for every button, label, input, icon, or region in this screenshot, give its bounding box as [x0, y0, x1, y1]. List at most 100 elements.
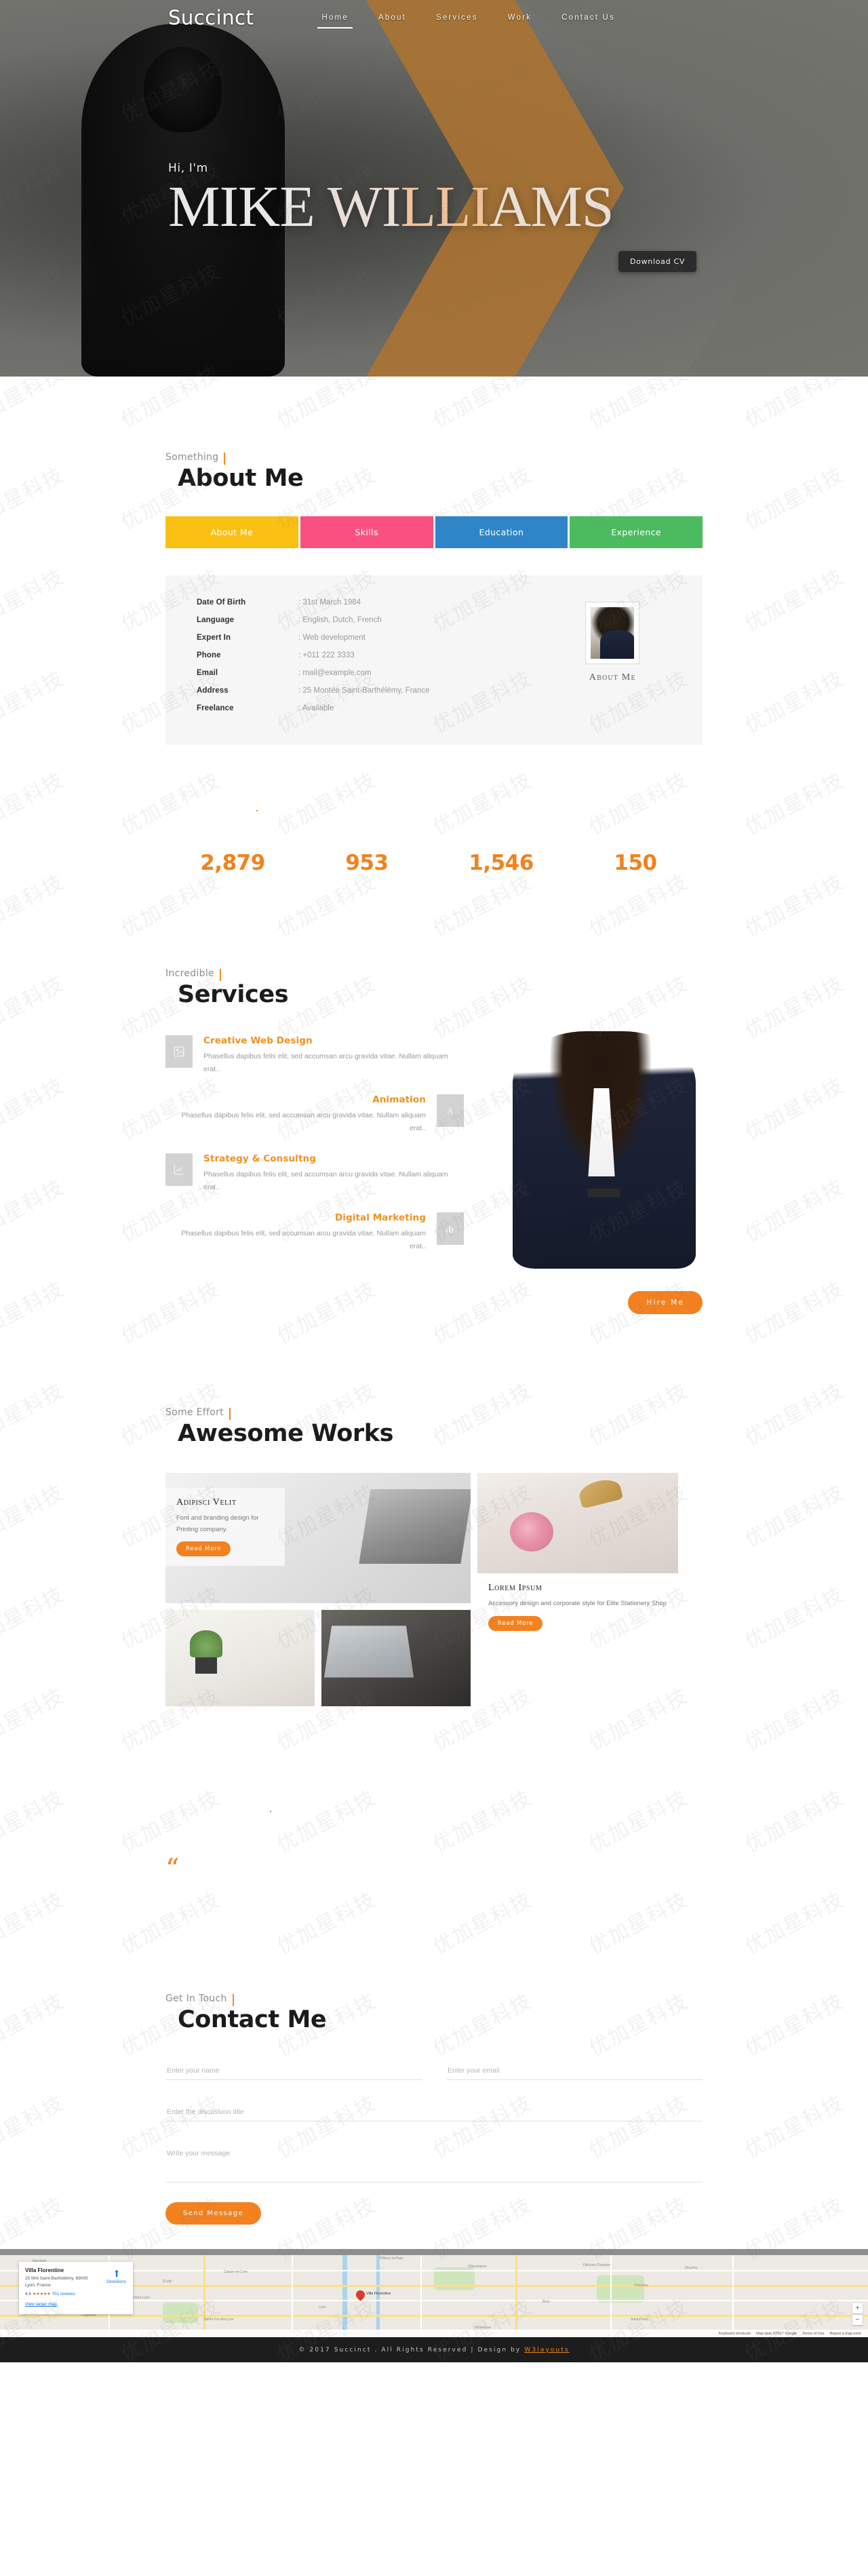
nav-item-contact-us[interactable]: Contact Us — [547, 8, 630, 27]
info-row: Date Of Birth : 31st March 1984 — [197, 598, 549, 607]
map-terms-link[interactable]: Terms of Use — [802, 2332, 824, 2336]
about-info-list: Date Of Birth : 31st March 1984 Language… — [197, 598, 549, 722]
service-heading: Digital Marketing — [334, 1212, 426, 1223]
info-key: Date Of Birth — [197, 598, 246, 607]
info-value: : 25 Montée Saint-Barthélémy, France — [298, 687, 430, 695]
service-item-digital-marketing[interactable]: Digital Marketing Phasellus dapibus feli… — [165, 1212, 464, 1254]
map-data-attribution: Map data ©2017 Google — [756, 2331, 797, 2336]
designer-credit-link[interactable]: W3layouts — [524, 2347, 569, 2353]
map-river — [342, 2255, 347, 2338]
about-eyebrow: Something — [165, 452, 226, 465]
map-rating-stars: ★★★★★ — [32, 2292, 51, 2297]
tab-experience[interactable]: Experience — [570, 516, 703, 548]
work-card-overlay: Adipisci Velit Font and branding design … — [165, 1488, 285, 1566]
nav-item-home[interactable]: Home — [307, 8, 363, 28]
hero-section: Succinct Home About Services Work Contac… — [0, 0, 868, 377]
nav-item-work[interactable]: Work — [493, 8, 547, 27]
info-value: : 31st March 1984 — [298, 598, 361, 607]
main-nav: Home About Services Work Contact Us — [307, 8, 630, 28]
map-road — [420, 2255, 422, 2338]
testimonial-eyebrow-wrap — [267, 1801, 703, 1813]
work-card-adipisci-velit[interactable]: Adipisci Velit Font and branding design … — [165, 1473, 471, 1604]
counter-value: 150 — [614, 851, 657, 875]
copyright-text: © 2017 Succinct . All Rights Reserved | … — [298, 2347, 569, 2353]
map-zoom-in-button[interactable]: + — [852, 2303, 863, 2314]
info-row: Freelance : Available — [197, 704, 549, 712]
map-rating-value: 4.6 — [25, 2292, 32, 2297]
send-message-button[interactable]: Send Message — [165, 2202, 261, 2225]
works-title: Awesome Works — [178, 1420, 394, 1448]
services-list: Creative Web Design Phasellus dapibus fe… — [165, 1035, 464, 1271]
service-description: Phasellus dapibus felis elit, sed accums… — [203, 1052, 448, 1074]
hero-last-name-pre: WI — [327, 174, 401, 239]
map-directions-label: Directions — [106, 2280, 126, 2285]
download-cv-button[interactable]: Download CV — [618, 251, 697, 272]
about-figure: About Me — [549, 598, 677, 683]
info-key: Expert In — [197, 634, 231, 642]
brand-logo[interactable]: Succinct — [168, 6, 254, 29]
tab-skills[interactable]: Skills — [300, 516, 433, 548]
work-image-plant — [165, 1610, 315, 1707]
view-larger-map-link[interactable]: View larger map — [25, 2302, 57, 2307]
map-road — [203, 2255, 205, 2338]
map-embed[interactable]: Villa Florentine 25 Mnt Saint-Barthélémy… — [0, 2249, 868, 2338]
nav-item-services[interactable]: Services — [421, 8, 493, 27]
map-area-label: Meyzieu — [685, 2266, 698, 2271]
hero-last-name-post: AMS — [489, 174, 614, 239]
page-root: Succinct Home About Services Work Contac… — [0, 0, 868, 2363]
service-heading: Creative Web Design — [203, 1035, 313, 1046]
work-card-plant[interactable] — [165, 1610, 315, 1707]
name-input[interactable] — [165, 2062, 422, 2081]
map-pin-label: Villa Florentine — [366, 2292, 391, 2296]
line-chart-icon — [165, 1153, 193, 1186]
map-area-label: Saint-Priest — [631, 2318, 648, 2322]
map-zoom-out-button[interactable]: − — [852, 2315, 863, 2326]
email-input[interactable] — [446, 2062, 703, 2081]
counters-eyebrow-wrap — [254, 801, 703, 813]
work-card-laptop[interactable] — [321, 1610, 471, 1707]
subject-input[interactable] — [165, 2103, 703, 2122]
hero-headline: MIKE WILLIAMS — [168, 177, 614, 235]
map-place-card[interactable]: Villa Florentine 25 Mnt Saint-Barthélémy… — [19, 2262, 133, 2315]
work-image-lamp — [477, 1473, 678, 1574]
image-icon — [165, 1035, 193, 1068]
map-reviews-link[interactable]: 701 reviews — [52, 2292, 75, 2296]
work-card-title: Adipisci Velit — [176, 1497, 237, 1508]
tab-about-me[interactable]: About Me — [165, 516, 298, 548]
counters-section: 2,879 953 1,546 150 — [0, 745, 868, 940]
service-item-creative-web-design[interactable]: Creative Web Design Phasellus dapibus fe… — [165, 1035, 464, 1077]
work-card-title: Lorem Ipsum — [488, 1583, 542, 1594]
read-more-button[interactable]: Read More — [488, 1615, 543, 1631]
counter-item: 150 — [568, 851, 703, 875]
service-item-animation[interactable]: A Animation Phasellus dapibus felis elit… — [165, 1094, 464, 1136]
hire-me-button[interactable]: Hire Me — [628, 1291, 703, 1315]
copyright-label: © 2017 Succinct . All Rights Reserved | … — [298, 2346, 525, 2353]
contact-row-subject — [165, 2103, 703, 2122]
counters-grid: 2,879 953 1,546 150 — [165, 851, 703, 875]
svg-text:A: A — [447, 1106, 454, 1115]
map-report-error-link[interactable]: Report a map error — [830, 2332, 861, 2336]
contact-form: Send Message — [165, 2062, 703, 2225]
map-park — [163, 2303, 198, 2324]
service-item-strategy-consulting[interactable]: Strategy & Consultng Phasellus dapibus f… — [165, 1153, 464, 1195]
map-directions-button[interactable]: Directions — [106, 2269, 126, 2284]
services-layout: Creative Web Design Phasellus dapibus fe… — [165, 1031, 703, 1271]
counter-value: 953 — [345, 851, 389, 875]
message-textarea[interactable] — [165, 2145, 703, 2183]
works-eyebrow-wrap: Some Effort — [165, 1406, 703, 1421]
map-location-pin[interactable] — [356, 2290, 365, 2299]
read-more-button[interactable]: Read More — [176, 1541, 231, 1556]
works-eyebrow: Some Effort — [165, 1407, 231, 1421]
testimonial-section: “ — [0, 1733, 868, 1965]
map-area-label: Villeurbanne — [468, 2265, 487, 2269]
map-keyboard-shortcuts[interactable]: Keyboard shortcuts — [719, 2332, 751, 2336]
nav-item-about[interactable]: About — [363, 8, 421, 27]
works-grid: Adipisci Velit Font and branding design … — [165, 1473, 703, 1707]
info-value: : mail@example.com — [298, 669, 372, 677]
work-image-laptop — [321, 1610, 471, 1707]
info-key: Address — [197, 687, 229, 695]
map-road — [515, 2255, 517, 2338]
work-card-lorem-ipsum[interactable]: Lorem Ipsum Accessory design and corpora… — [477, 1473, 678, 1707]
tab-education[interactable]: Education — [435, 516, 568, 548]
map-area-label: Caluire-et-Cuire — [224, 2270, 248, 2275]
